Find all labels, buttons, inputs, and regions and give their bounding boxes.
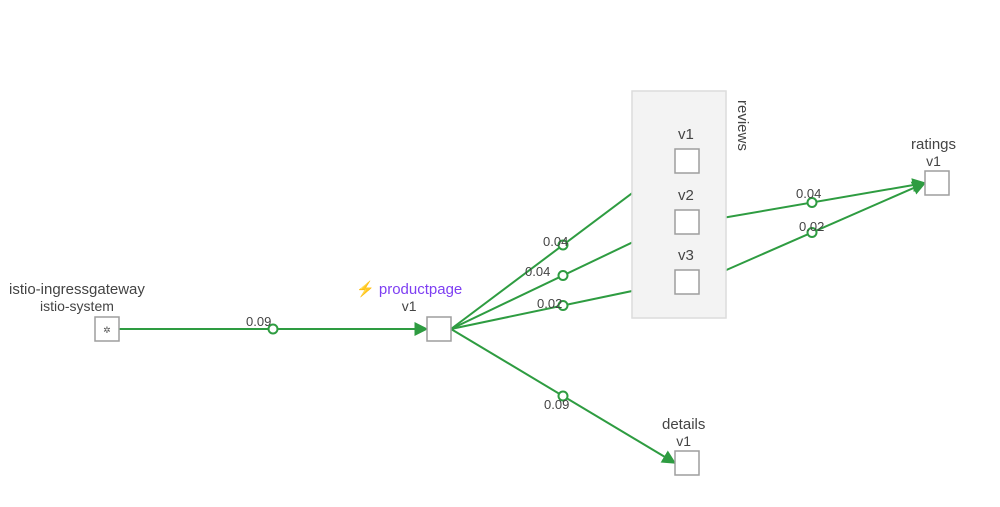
- node-productpage-label: ⚡ productpagev1: [356, 281, 462, 314]
- node-ratings[interactable]: [925, 171, 949, 195]
- node-v1-label: v1: [678, 126, 694, 143]
- node-ratings-label: ratingsv1: [911, 136, 956, 169]
- node-v2[interactable]: [675, 210, 699, 234]
- node-productpage[interactable]: [427, 317, 451, 341]
- edge-productpage-details-rate: 0.09: [544, 397, 569, 412]
- edge-productpage-v2-rate: 0.04: [525, 264, 550, 279]
- node-v3[interactable]: [675, 270, 699, 294]
- edge-ingress-productpage-rate: 0.09: [246, 314, 271, 329]
- node-v3-label: v3: [678, 247, 694, 264]
- node-details[interactable]: [675, 451, 699, 475]
- edge-productpage-v2-marker: [559, 271, 568, 280]
- group-reviews-label: reviews: [734, 100, 751, 151]
- edge-v2-ratings-rate: 0.04: [796, 186, 821, 201]
- edge-productpage-v3-rate: 0.02: [537, 296, 562, 311]
- node-v2-label: v2: [678, 187, 694, 204]
- edge-v3-ratings-rate: 0.02: [799, 219, 824, 234]
- node-details-label: detailsv1: [662, 416, 705, 449]
- node-ingress-label: istio-ingressgatewayistio-system: [9, 281, 145, 314]
- topology-graph: ✲: [0, 0, 1000, 507]
- lightning-icon: ⚡: [356, 281, 375, 298]
- edge-productpage-v1-rate: 0.04: [543, 234, 568, 249]
- ingress-glyph-icon: ✲: [103, 322, 110, 336]
- node-v1[interactable]: [675, 149, 699, 173]
